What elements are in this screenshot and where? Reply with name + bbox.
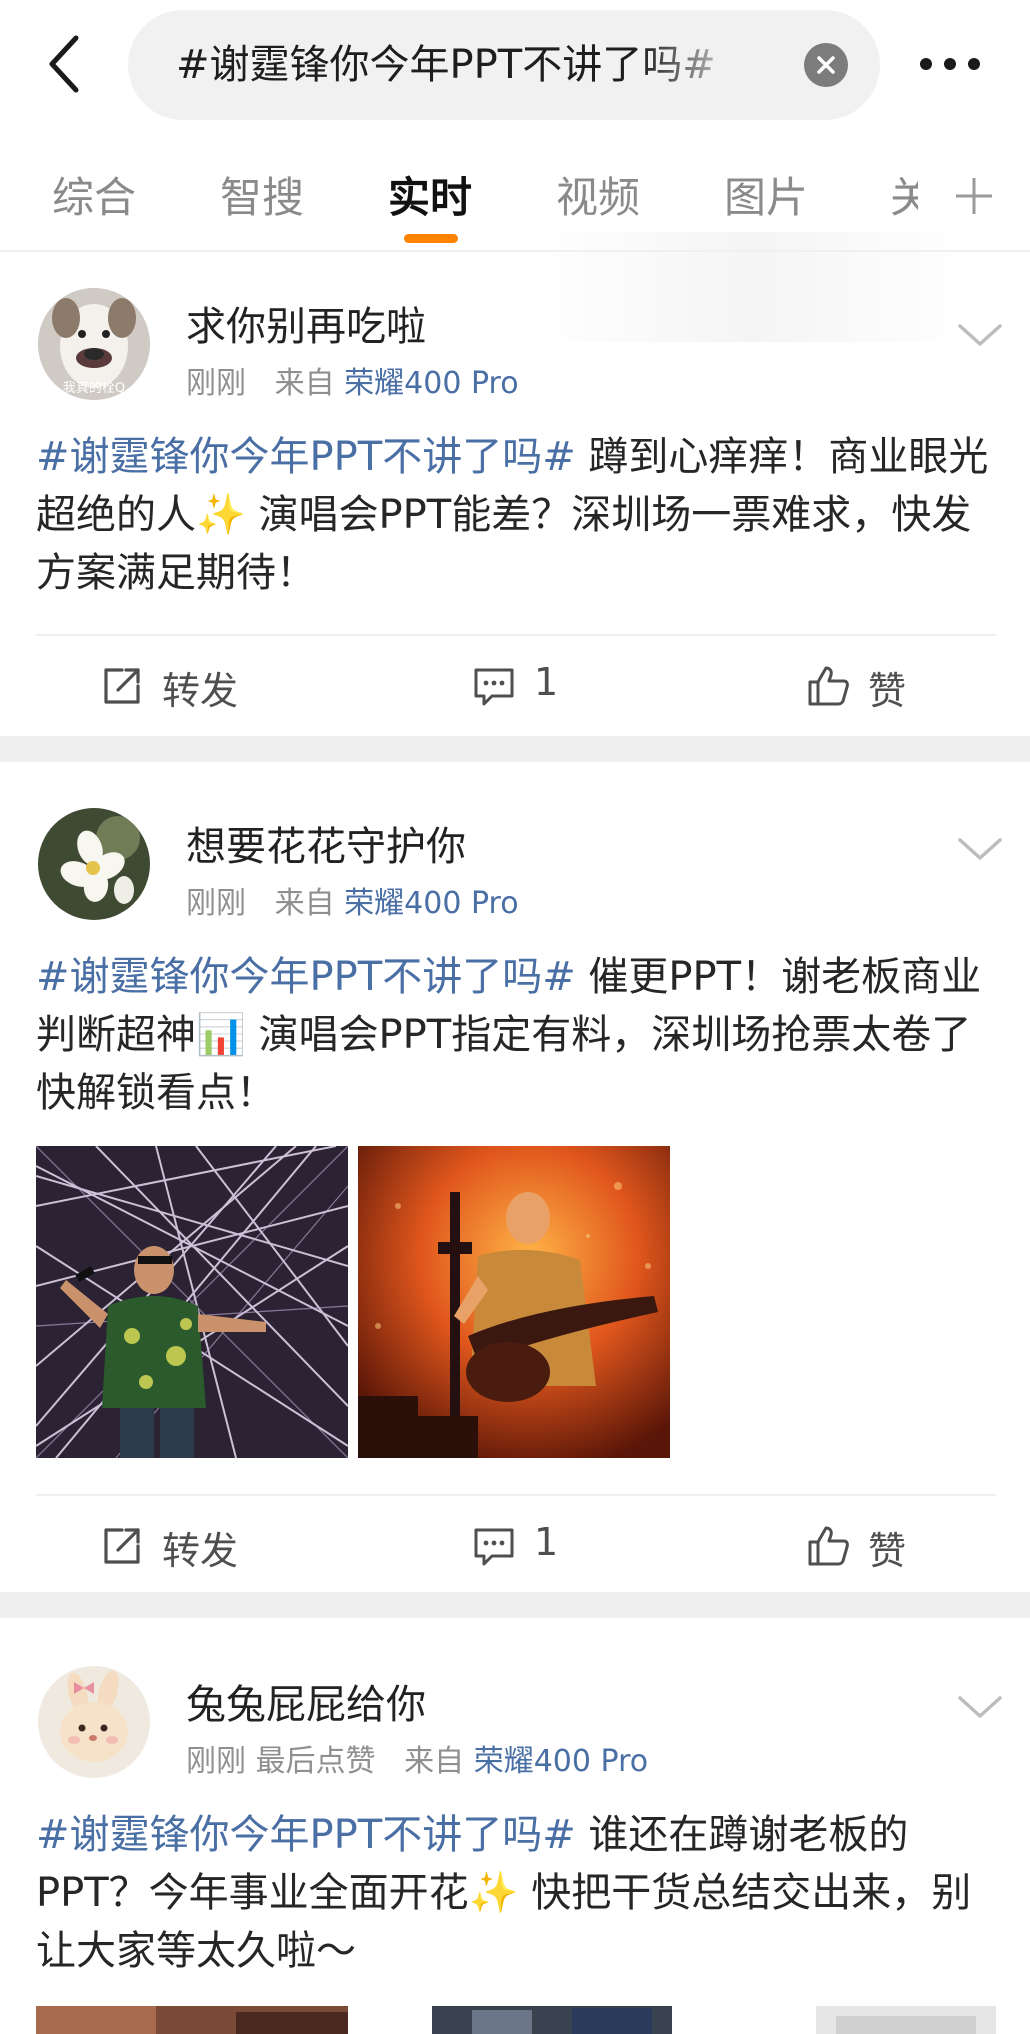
redacted-area xyxy=(552,232,952,342)
action-divider xyxy=(36,1494,996,1496)
post-separator xyxy=(0,1592,1030,1618)
avatar[interactable]: 我真的栓Q xyxy=(38,288,150,400)
post-source-prefix: 来自 xyxy=(274,886,335,921)
topic-link[interactable]: #谢霆锋你今年PPT不讲了吗# xyxy=(36,434,576,480)
post-time: 刚刚 xyxy=(186,1744,246,1779)
more-dots-icon[interactable] xyxy=(918,48,982,80)
comment-icon xyxy=(474,1528,514,1566)
post-text: #谢霆锋你今年PPT不讲了吗# 蹲到心痒痒！商业眼光超绝的人✨ 演唱会PPT能差… xyxy=(36,428,996,602)
tab-smart-search[interactable]: 智搜 xyxy=(220,164,304,225)
post-text: #谢霆锋你今年PPT不讲了吗# 催更PPT！谢老板商业判断超神📊 演唱会PPT指… xyxy=(36,948,996,1122)
post-meta: 刚刚 来自 荣耀400 Pro xyxy=(186,358,519,402)
repost-label: 转发 xyxy=(162,1529,239,1573)
post-text: #谢霆锋你今年PPT不讲了吗# 谁还在蹲谢老板的PPT？今年事业全面开花✨ 快把… xyxy=(36,1806,996,1980)
comment-count: 1 xyxy=(534,1520,559,1564)
repost-label: 转发 xyxy=(162,669,239,713)
post-image[interactable] xyxy=(36,2006,348,2034)
avatar[interactable] xyxy=(38,1666,150,1778)
post-image[interactable] xyxy=(358,1146,670,1458)
search-query-text: #谢霆锋你今年PPT不讲了吗# xyxy=(176,42,716,88)
repost-button[interactable]: 转发 xyxy=(100,656,260,716)
back-arrow-icon[interactable] xyxy=(40,30,92,100)
post-source[interactable]: 荣耀400 Pro xyxy=(474,1744,648,1779)
clear-icon[interactable] xyxy=(804,43,848,87)
topic-link[interactable]: #谢霆锋你今年PPT不讲了吗# xyxy=(36,1812,576,1858)
post-image[interactable] xyxy=(816,2006,996,2034)
post-author[interactable]: 求你别再吃啦 xyxy=(186,294,426,352)
repost-icon xyxy=(104,1528,140,1564)
post-source-prefix: 来自 xyxy=(274,366,335,401)
topic-link[interactable]: #谢霆锋你今年PPT不讲了吗# xyxy=(36,954,576,1000)
tab-pictures[interactable]: 图片 xyxy=(724,164,808,225)
post-author[interactable]: 兔兔屁屁给你 xyxy=(186,1672,426,1730)
post-source[interactable]: 荣耀400 Pro xyxy=(344,366,518,401)
avatar[interactable] xyxy=(38,808,150,920)
like-icon xyxy=(808,1526,849,1566)
comment-button[interactable]: 1 xyxy=(472,656,592,716)
post-separator xyxy=(0,736,1030,762)
tab-realtime[interactable]: 实时 xyxy=(388,164,472,225)
header: #谢霆锋你今年PPT不讲了吗# xyxy=(0,0,1030,130)
tab-follow-label: 关 xyxy=(890,173,918,222)
post-author[interactable]: 想要花花守护你 xyxy=(186,814,466,872)
tab-comprehensive[interactable]: 综合 xyxy=(52,164,136,225)
repost-icon xyxy=(104,668,140,704)
like-button[interactable]: 赞 xyxy=(806,656,926,716)
post-image[interactable] xyxy=(36,1146,348,1458)
tab-video[interactable]: 视频 xyxy=(556,164,640,225)
post-source-prefix: 来自 xyxy=(404,1744,465,1779)
comment-count: 1 xyxy=(534,660,559,704)
post-meta: 刚刚 最后点赞 来自 荣耀400 Pro xyxy=(186,1736,648,1780)
chevron-down-icon[interactable] xyxy=(956,320,1004,350)
tab-follow-clipped[interactable]: 关 xyxy=(890,164,918,224)
repost-button[interactable]: 转发 xyxy=(100,1516,260,1576)
like-label: 赞 xyxy=(868,669,907,713)
active-tab-indicator xyxy=(404,234,458,243)
chevron-down-icon[interactable] xyxy=(956,1692,1004,1722)
post-card[interactable]: 想要花花守护你 刚刚 来自 荣耀400 Pro #谢霆锋你今年PPT不讲了吗# … xyxy=(0,762,1030,1592)
avatar-caption: 我真的栓Q xyxy=(63,380,125,396)
comment-button[interactable]: 1 xyxy=(472,1516,592,1576)
chevron-down-icon[interactable] xyxy=(956,834,1004,864)
action-divider xyxy=(36,634,996,636)
like-button[interactable]: 赞 xyxy=(806,1516,926,1576)
post-meta: 刚刚 来自 荣耀400 Pro xyxy=(186,878,519,922)
comment-icon xyxy=(474,668,514,706)
post-source[interactable]: 荣耀400 Pro xyxy=(344,886,518,921)
post-card[interactable]: 兔兔屁屁给你 刚刚 最后点赞 来自 荣耀400 Pro #谢霆锋你今年PPT不讲… xyxy=(0,1618,1030,2034)
post-card[interactable]: 我真的栓Q 求你别再吃啦 刚刚 来自 荣耀400 Pro #谢霆锋你今年PPT不… xyxy=(0,232,1030,736)
post-extra: 最后点赞 xyxy=(255,1744,376,1779)
post-time: 刚刚 xyxy=(186,886,246,921)
post-image[interactable] xyxy=(432,2006,672,2034)
search-input[interactable]: #谢霆锋你今年PPT不讲了吗# xyxy=(128,10,880,120)
post-time: 刚刚 xyxy=(186,366,246,401)
search-fade xyxy=(640,10,780,120)
plus-icon[interactable] xyxy=(952,174,996,218)
like-label: 赞 xyxy=(868,1529,907,1573)
like-icon xyxy=(808,666,849,706)
